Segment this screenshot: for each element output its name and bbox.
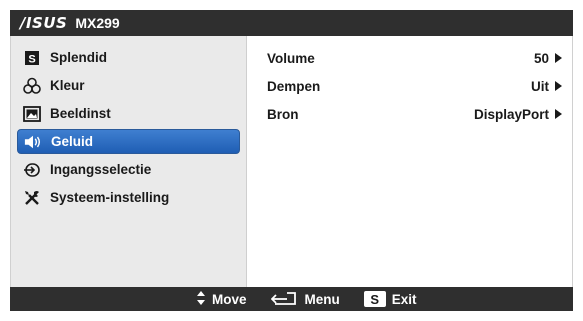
osd-window: /ISUS MX299 S Splendid Kleur Beeldinst G… [10,10,573,311]
sidebar-item-splendid[interactable]: S Splendid [17,45,240,70]
sidebar-item-geluid[interactable]: Geluid [17,129,240,154]
move-hint[interactable]: Move [196,290,247,309]
setting-row-dempen[interactable]: Dempen Uit [247,72,572,100]
sidebar-item-label: Systeem-instelling [50,190,170,205]
sidebar-item-label: Kleur [50,78,85,93]
enter-key-icon [270,290,299,309]
splendid-s-icon: S [23,49,41,67]
sidebar-item-systeem-instelling[interactable]: Systeem-instelling [17,185,240,210]
exit-hint[interactable]: S Exit [363,291,417,307]
sidebar-item-ingangsselectie[interactable]: Ingangsselectie [17,157,240,182]
setting-name: Bron [267,106,299,122]
sidebar-item-label: Beeldinst [50,106,111,121]
brand-logo: /ISUS [20,14,68,32]
arrow-right-icon [555,109,562,119]
sidebar-item-label: Ingangsselectie [50,162,152,177]
menu-label: Menu [304,291,340,307]
settings-panel: Volume 50 Dempen Uit Bron DisplayPort [247,36,572,287]
exit-label: Exit [391,291,417,307]
model-name: MX299 [75,15,120,31]
setting-value-group: Uit [531,79,562,94]
input-arrow-icon [23,161,41,179]
setting-name: Volume [267,50,315,66]
exit-key-badge: S [363,291,386,307]
arrow-right-icon [555,81,562,91]
sidebar-item-label: Geluid [51,134,94,149]
setting-name: Dempen [267,78,321,94]
setting-value-group: 50 [534,51,562,66]
arrow-right-icon [555,53,562,63]
picture-icon [23,105,41,123]
color-circles-icon [23,77,41,95]
setting-value-group: DisplayPort [474,107,562,122]
setting-row-bron[interactable]: Bron DisplayPort [247,100,572,128]
setting-value: 50 [533,50,549,66]
setting-value: DisplayPort [473,106,549,122]
move-label: Move [212,291,247,307]
menu-hint[interactable]: Menu [270,290,340,309]
speaker-icon [24,133,42,151]
osd-body: S Splendid Kleur Beeldinst Geluid Ingang… [10,36,573,287]
osd-footer: Move Menu S Exit [10,287,573,311]
svg-text:S: S [28,53,35,65]
sidebar-item-kleur[interactable]: Kleur [17,73,240,98]
sidebar: S Splendid Kleur Beeldinst Geluid Ingang… [11,36,247,287]
osd-header: /ISUS MX299 [10,10,573,36]
tools-icon [23,189,41,207]
setting-row-volume[interactable]: Volume 50 [247,44,572,72]
setting-value: Uit [531,78,549,94]
up-down-arrows-icon [196,290,206,309]
sidebar-item-beeldinst[interactable]: Beeldinst [17,101,240,126]
sidebar-item-label: Splendid [50,50,107,65]
